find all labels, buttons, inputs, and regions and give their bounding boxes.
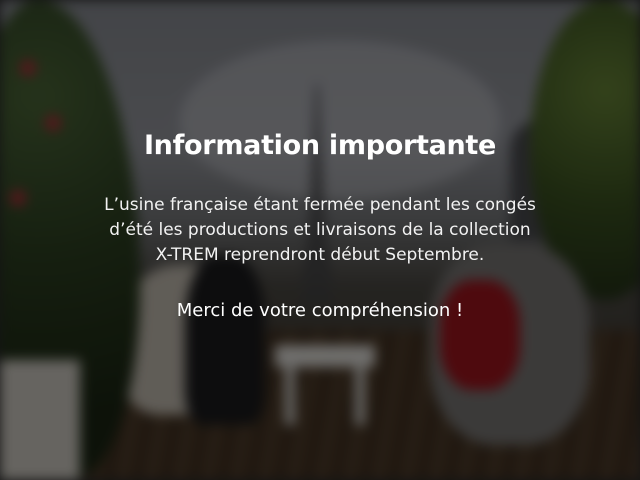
notice-body-line: L’usine française étant fermée pendant l… — [104, 195, 536, 215]
notice-body-line: d’été les productions et livraisons de l… — [109, 220, 531, 240]
notice-title: Information importante — [143, 130, 497, 161]
notice-body: L’usine française étant fermée pendant l… — [60, 193, 580, 268]
notice-body-line: X-TREM reprendront début Septembre. — [155, 245, 485, 265]
notice-closing: Merci de votre compréhension ! — [176, 300, 464, 321]
notice-overlay: Information importante L’usine française… — [0, 0, 640, 480]
